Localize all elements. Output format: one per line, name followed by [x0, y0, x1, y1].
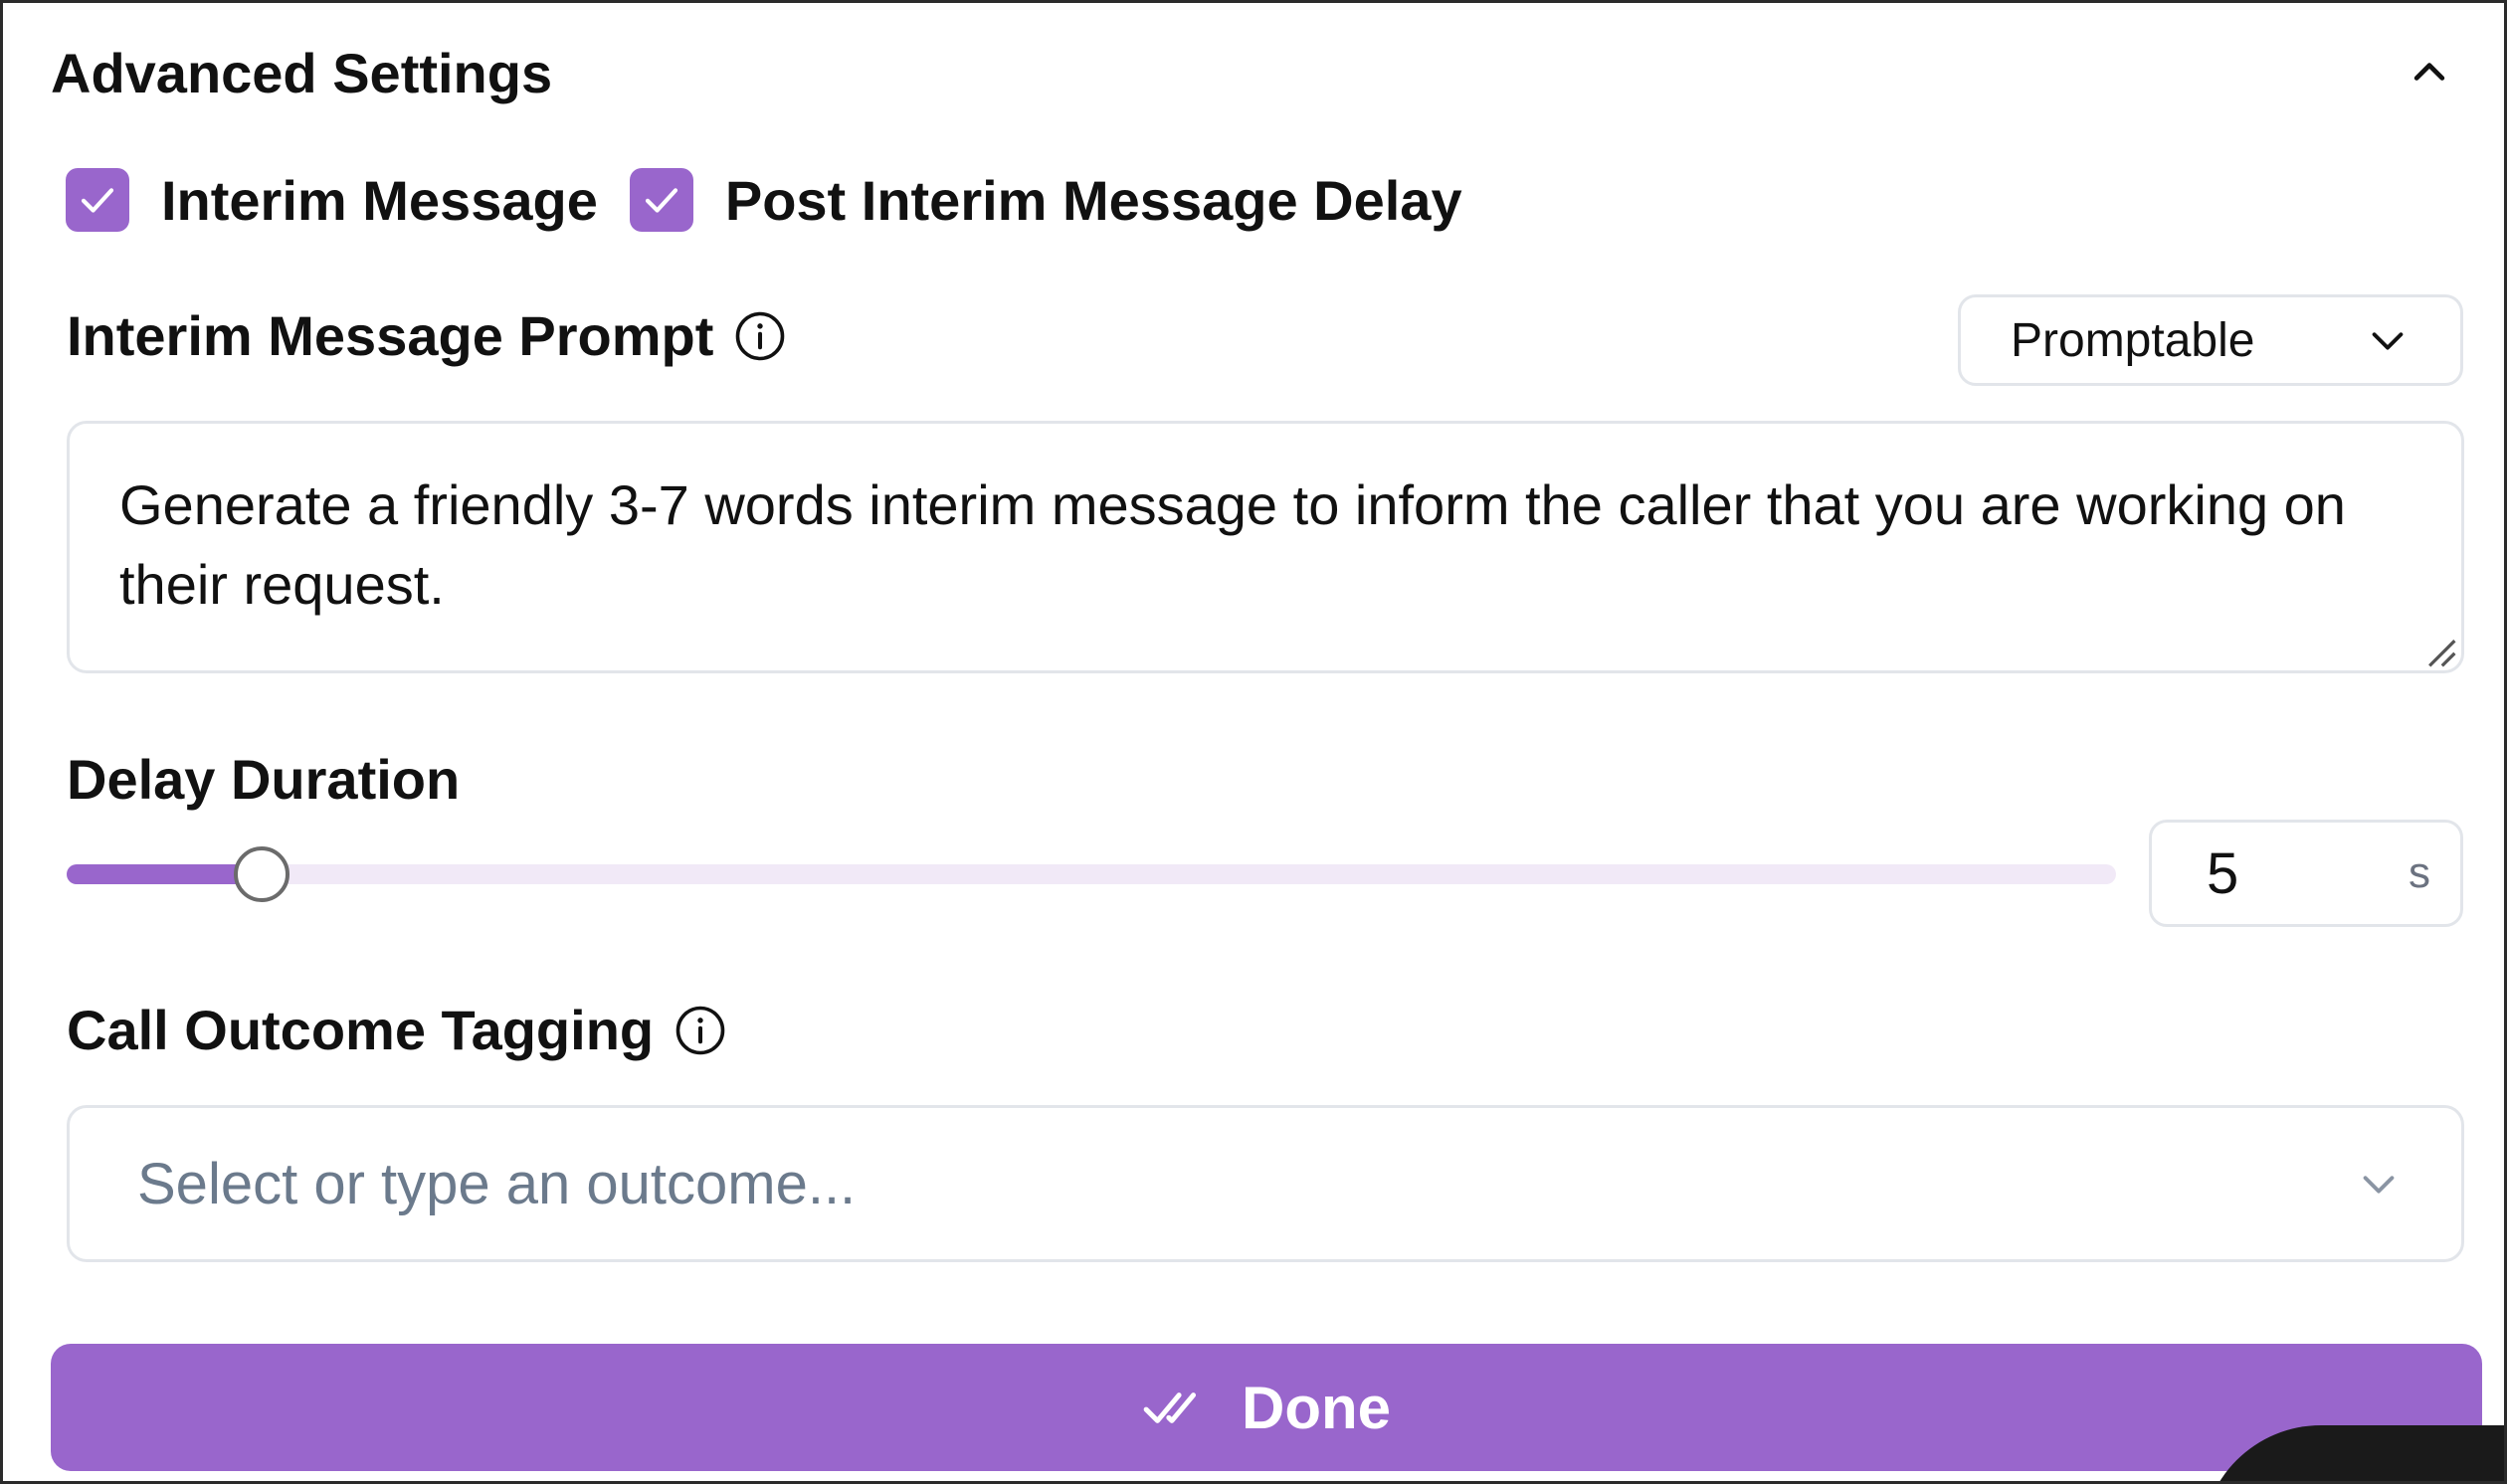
interim-message-prompt-label: Interim Message Prompt	[67, 304, 714, 367]
delay-duration-slider[interactable]	[67, 846, 2116, 902]
chevron-down-icon	[2363, 1176, 2395, 1194]
outcome-label-row: Call Outcome Tagging	[67, 998, 727, 1062]
delay-duration-unit: s	[2409, 848, 2430, 897]
done-button-label: Done	[1242, 1374, 1391, 1441]
chevron-up-icon	[2413, 63, 2445, 81]
prompt-mode-dropdown[interactable]: Promptable	[1958, 294, 2463, 386]
delay-duration-input[interactable]: 5 s	[2149, 820, 2463, 927]
slider-track	[67, 864, 2116, 884]
chevron-down-icon	[2372, 332, 2404, 350]
interim-message-prompt-textarea[interactable]: Generate a friendly 3-7 words interim me…	[67, 421, 2464, 673]
slider-thumb[interactable]	[234, 846, 289, 902]
done-button[interactable]: Done	[51, 1344, 2482, 1471]
double-check-icon	[1143, 1392, 1197, 1423]
resize-handle-icon[interactable]	[2422, 634, 2458, 669]
info-icon[interactable]	[674, 1004, 727, 1057]
collapse-button[interactable]	[2395, 38, 2464, 107]
prompt-label-row: Interim Message Prompt	[67, 303, 787, 368]
info-icon[interactable]	[733, 309, 787, 363]
advanced-settings-panel: Advanced Settings Interim Message Post I…	[0, 0, 2507, 1484]
interim-message-checkbox[interactable]	[66, 168, 129, 232]
interim-message-label: Interim Message	[161, 168, 598, 232]
section-title: Advanced Settings	[51, 41, 553, 104]
advanced-settings-header[interactable]: Advanced Settings	[51, 33, 2464, 112]
prompt-mode-value: Promptable	[2011, 313, 2255, 367]
option-interim-message[interactable]: Interim Message	[66, 168, 598, 233]
check-icon	[645, 188, 677, 213]
delay-duration-value[interactable]: 5	[2207, 840, 2238, 907]
call-outcome-select[interactable]: Select or type an outcome...	[67, 1105, 2464, 1262]
option-post-interim-delay[interactable]: Post Interim Message Delay	[629, 168, 1462, 233]
check-icon	[81, 188, 114, 213]
call-outcome-tagging-label: Call Outcome Tagging	[67, 999, 655, 1061]
delay-duration-label: Delay Duration	[67, 748, 461, 811]
post-interim-delay-checkbox[interactable]	[629, 168, 693, 232]
delay-label-row: Delay Duration	[67, 747, 460, 812]
call-outcome-placeholder: Select or type an outcome...	[137, 1151, 857, 1216]
slider-fill	[67, 864, 262, 884]
post-interim-delay-label: Post Interim Message Delay	[724, 168, 1462, 232]
options-row: Interim Message Post Interim Message Del…	[66, 160, 1494, 240]
